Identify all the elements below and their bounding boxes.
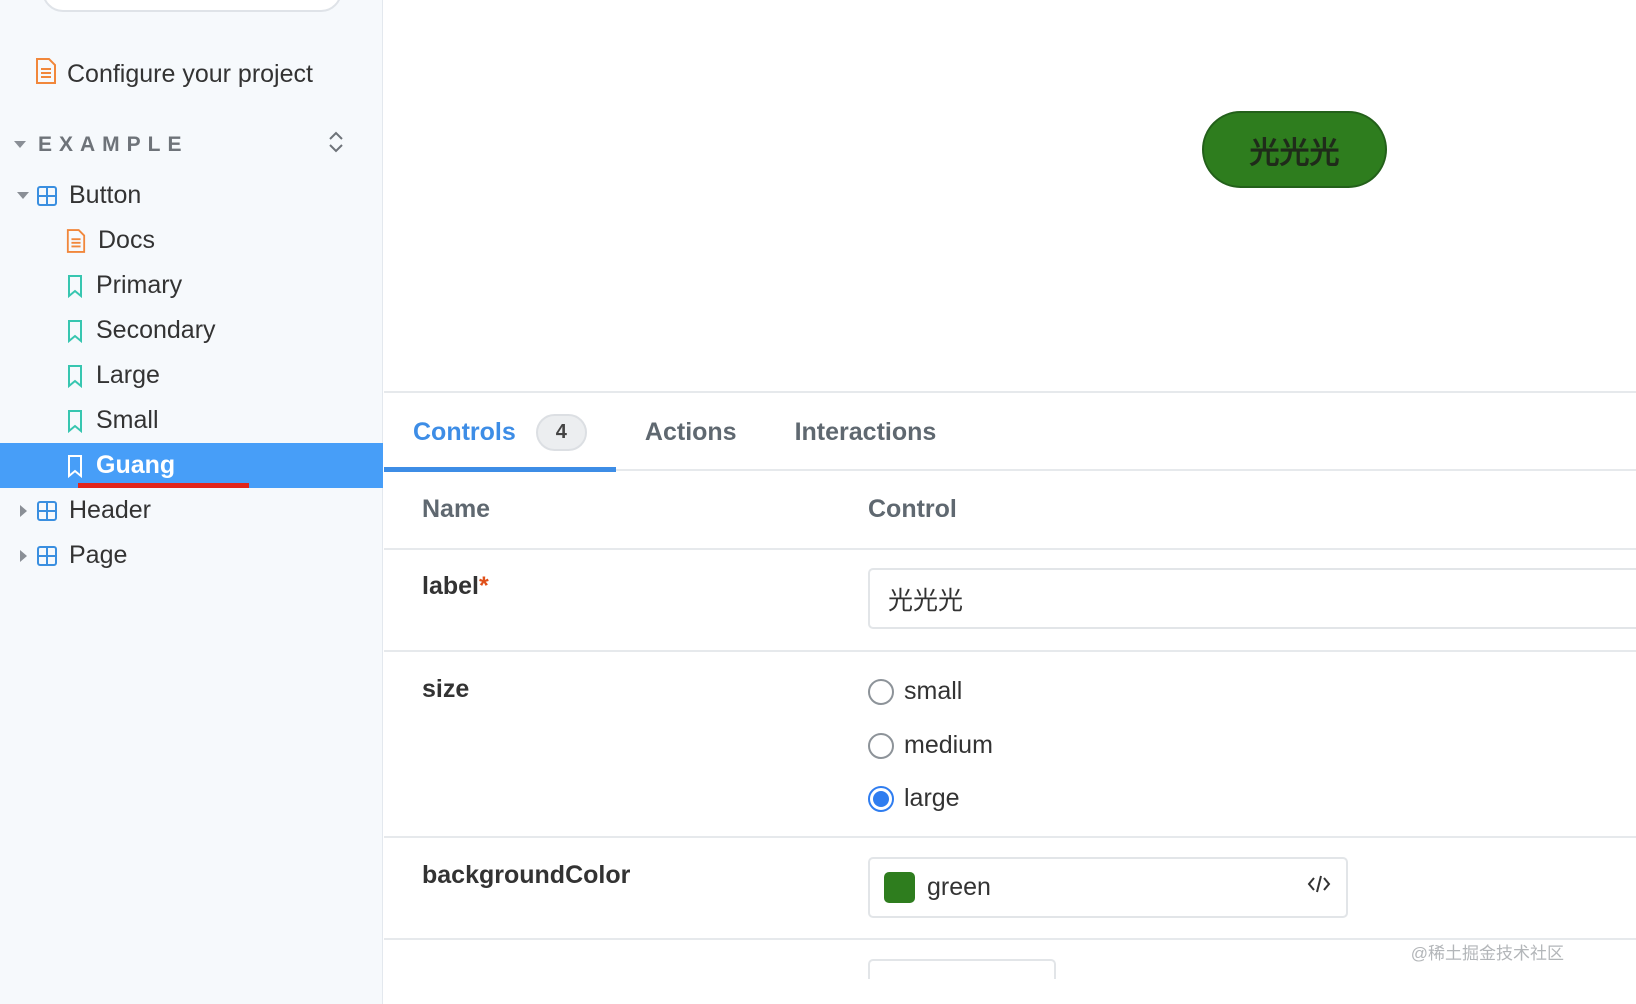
sidebar-item-docs[interactable]: Docs: [0, 218, 383, 263]
prop-name-label: label*: [422, 572, 489, 601]
component-icon: [37, 185, 57, 206]
addon-tabs: Controls 4 Actions Interactions: [384, 394, 1636, 472]
search-field[interactable]: [42, 0, 342, 12]
control-input[interactable]: [868, 959, 1056, 979]
sidebar-item-primary[interactable]: Primary: [0, 263, 383, 308]
bookmark-icon: [66, 319, 84, 343]
radio-button[interactable]: [868, 732, 894, 759]
sidebar-item-label: Header: [69, 496, 151, 524]
column-header-control: Control: [868, 495, 957, 523]
caret-right-icon: [19, 504, 27, 517]
size-option-small[interactable]: small: [868, 677, 962, 706]
sidebar-item-large[interactable]: Large: [0, 353, 383, 398]
code-icon[interactable]: [1306, 873, 1332, 902]
table-row: size small medium large: [384, 652, 1636, 838]
table-row: backgroundColor green: [384, 838, 1636, 940]
color-swatch[interactable]: [884, 872, 915, 903]
sidebar-item-header[interactable]: Header: [0, 488, 383, 533]
sidebar-item-guang[interactable]: Guang: [0, 443, 383, 488]
color-value: green: [927, 873, 991, 901]
background-color-picker[interactable]: green: [868, 857, 1348, 918]
radio-label: small: [904, 677, 963, 705]
caret-down-icon: [17, 192, 29, 199]
sidebar-item-label: Small: [96, 406, 159, 434]
controls-count-badge: 4: [535, 413, 587, 451]
table-row: label* 光光光: [384, 550, 1636, 652]
sidebar-section-example[interactable]: EXAMPLE: [14, 130, 344, 159]
story-preview-canvas: 光光光: [384, 0, 1636, 393]
sidebar-item-label: Button: [69, 181, 142, 209]
required-asterisk: *: [478, 572, 489, 600]
tab-interactions[interactable]: Interactions: [766, 394, 966, 470]
bookmark-icon: [66, 409, 84, 433]
prop-name-text: label: [422, 572, 479, 600]
section-title: EXAMPLE: [38, 132, 189, 156]
bookmark-icon: [66, 454, 84, 478]
sidebar-item-label: Configure your project: [67, 60, 313, 88]
sidebar-tree: Button Docs Primary Secondary Large Smal…: [0, 173, 383, 578]
document-icon: [66, 228, 86, 253]
radio-label: medium: [904, 731, 993, 759]
sidebar-item-label: Guang: [96, 451, 176, 479]
sidebar-item-secondary[interactable]: Secondary: [0, 308, 383, 353]
label-input-value: 光光光: [888, 586, 964, 615]
sidebar-item-label: Secondary: [96, 316, 216, 344]
controls-table: Name Control label* 光光光 size small mediu…: [384, 471, 1636, 1000]
sidebar-item-label: Large: [96, 361, 160, 389]
sidebar-item-label: Page: [69, 541, 128, 569]
tab-controls[interactable]: Controls 4: [384, 394, 616, 472]
caret-down-icon: [14, 141, 26, 148]
table-header: Name Control: [384, 471, 1636, 550]
tab-label: Actions: [644, 417, 737, 446]
caret-right-icon: [19, 549, 27, 562]
size-option-medium[interactable]: medium: [868, 731, 993, 760]
tab-actions[interactable]: Actions: [616, 394, 766, 470]
column-header-name: Name: [422, 495, 491, 523]
bookmark-icon: [66, 274, 84, 298]
prop-name-backgroundcolor: backgroundColor: [422, 861, 631, 889]
size-option-large[interactable]: large: [868, 784, 960, 813]
sidebar-item-label: Primary: [96, 271, 183, 299]
expand-collapse-icon[interactable]: [328, 130, 344, 159]
sidebar-item-small[interactable]: Small: [0, 398, 383, 443]
prop-name-size: size: [422, 675, 470, 703]
tab-label: Interactions: [794, 417, 937, 446]
component-icon: [37, 545, 57, 566]
radio-button[interactable]: [868, 678, 894, 705]
radio-button-checked[interactable]: [868, 785, 894, 812]
preview-button[interactable]: 光光光: [1202, 111, 1387, 188]
tab-label: Controls: [413, 417, 516, 446]
bookmark-icon: [66, 364, 84, 388]
radio-label: large: [904, 784, 960, 812]
document-icon: [35, 58, 57, 91]
sidebar-item-label: Docs: [98, 226, 155, 254]
sidebar-item-configure-your-project[interactable]: Configure your project: [35, 58, 313, 91]
sidebar: Configure your project EXAMPLE Button Do…: [0, 0, 383, 1004]
sidebar-item-page[interactable]: Page: [0, 533, 383, 578]
watermark: @稀土掘金技术社区: [1410, 944, 1564, 963]
label-input[interactable]: 光光光: [868, 568, 1636, 629]
sidebar-item-button[interactable]: Button: [0, 173, 383, 218]
component-icon: [37, 500, 57, 521]
